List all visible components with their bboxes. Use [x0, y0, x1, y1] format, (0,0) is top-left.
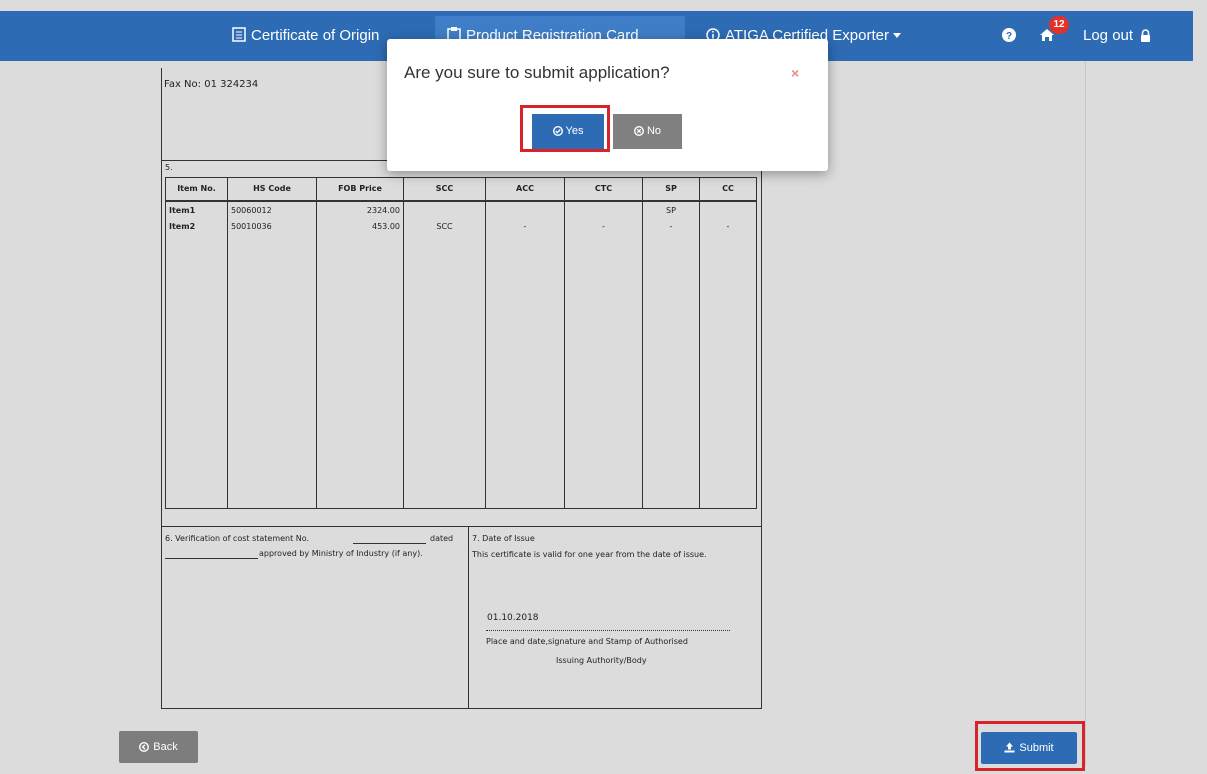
certificate-icon — [232, 27, 246, 42]
back-circle-icon — [139, 741, 150, 753]
cell-ctc — [564, 200, 643, 218]
column-header: SP — [642, 177, 700, 202]
cell-scc: SCC — [403, 217, 486, 235]
dialog-title: Are you sure to submit application? — [404, 63, 670, 82]
section-6-dated: dated — [430, 534, 454, 543]
yes-highlight-box — [520, 105, 610, 152]
svg-text:?: ? — [1006, 31, 1012, 42]
cell-hs-code: 50060012 — [227, 200, 317, 218]
section-divider — [161, 526, 762, 527]
signature-caption-2: Issuing Authority/Body — [556, 656, 647, 665]
column-header: Item No. — [165, 177, 228, 202]
table-header-row: Item No. HS Code FOB Price SCC ACC CTC S… — [165, 177, 757, 202]
back-button[interactable]: Back — [119, 731, 198, 763]
caret-down-icon — [892, 33, 901, 38]
cell-acc: - — [485, 217, 565, 235]
cell-sp: SP — [642, 200, 700, 218]
column-header: HS Code — [227, 177, 317, 202]
cell-scc — [403, 200, 486, 218]
cell-hs-code: 50010036 — [227, 217, 317, 235]
table-filler-row — [165, 234, 757, 509]
column-header: ACC — [485, 177, 565, 202]
section-7-title: 7. Date of Issue — [472, 534, 535, 543]
section-6-line2: approved by Ministry of Industry (if any… — [259, 549, 423, 558]
cell-fob-price: 2324.00 — [316, 200, 404, 218]
column-header: CC — [699, 177, 757, 202]
cell-cc: - — [699, 217, 757, 235]
section-divider-vertical — [468, 526, 469, 709]
column-header: CTC — [564, 177, 643, 202]
nav-certificate-of-origin-label: Certificate of Origin — [251, 27, 380, 44]
cell-item: Item1 — [165, 200, 228, 218]
cell-fob-price: 453.00 — [316, 217, 404, 235]
help-icon: ? — [1002, 28, 1016, 42]
section-7-text: This certificate is valid for one year f… — [472, 550, 707, 559]
confirm-dialog: Are you sure to submit application? × Ye… — [387, 39, 828, 171]
nav-certificate-of-origin[interactable]: Certificate of Origin — [232, 11, 379, 61]
items-table: Item No. HS Code FOB Price SCC ACC CTC S… — [165, 177, 757, 509]
fax-number: Fax No: 01 324234 — [164, 79, 259, 90]
issue-date: 01.10.2018 — [487, 613, 539, 623]
signature-caption-1: Place and date,signature and Stamp of Au… — [486, 637, 688, 646]
content-right-border — [1085, 61, 1086, 766]
help-button[interactable]: ? — [1002, 11, 1021, 61]
blank-line — [353, 543, 426, 544]
section-5-label: 5. — [165, 163, 173, 172]
lock-icon — [1141, 29, 1151, 42]
column-header: SCC — [403, 177, 486, 202]
cell-ctc: - — [564, 217, 643, 235]
back-button-label: Back — [153, 741, 178, 753]
submit-highlight-box — [975, 721, 1085, 771]
cell-item: Item2 — [165, 217, 228, 235]
table-row: Item1 50060012 2324.00 SP — [165, 200, 757, 218]
notification-badge[interactable]: 12 — [1049, 16, 1069, 34]
blank-line — [165, 558, 258, 559]
no-button[interactable]: No — [613, 114, 682, 149]
times-circle-icon — [633, 125, 644, 137]
signature-line — [486, 630, 730, 631]
logout-label: Log out — [1083, 27, 1134, 44]
no-button-label: No — [646, 125, 662, 137]
cell-sp: - — [642, 217, 700, 235]
logout-button[interactable]: Log out — [1083, 11, 1151, 61]
cell-acc — [485, 200, 565, 218]
column-header: FOB Price — [316, 177, 404, 202]
table-row: Item2 50010036 453.00 SCC - - - - — [165, 217, 757, 235]
section-6-text: 6. Verification of cost statement No. — [165, 534, 309, 543]
cell-cc — [699, 200, 757, 218]
close-icon[interactable]: × — [791, 65, 799, 81]
section-6-line1: 6. Verification of cost statement No. — [165, 534, 310, 543]
